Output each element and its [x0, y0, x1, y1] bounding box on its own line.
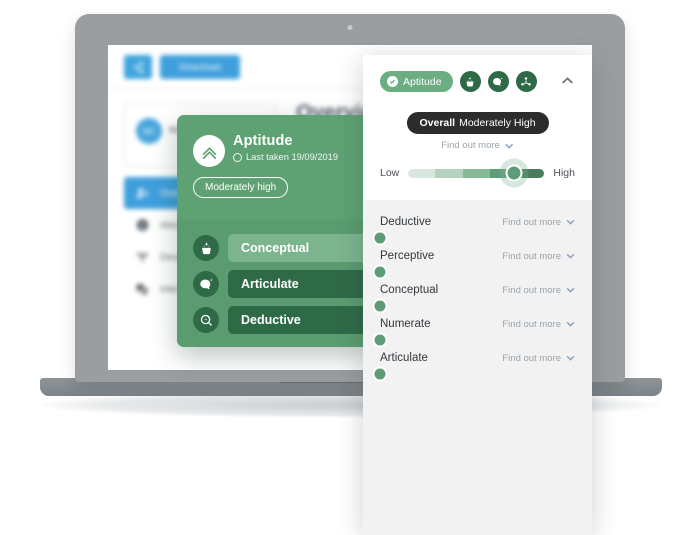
metric-find-out-more[interactable]: Find out more [502, 319, 575, 330]
find-out-more-label: Find out more [502, 250, 561, 262]
find-out-more-label: Find out more [502, 284, 561, 296]
metric-find-out-more[interactable]: Find out more [502, 217, 575, 228]
collapse-panel-button[interactable] [558, 71, 576, 89]
chevron-down-icon [566, 253, 575, 259]
status-badge: Moderately high [193, 177, 289, 198]
chevron-down-icon [566, 287, 575, 293]
aptitude-summary-card: Aptitude Last taken 19/09/2019 Moderatel… [177, 115, 375, 347]
download-button[interactable]: Download [160, 55, 240, 79]
metric-label: Perceptive [380, 250, 435, 262]
user-add-icon [134, 186, 151, 201]
list-item[interactable]: Articulate [193, 270, 375, 298]
chevron-up-icon [561, 76, 573, 84]
metric-articulate: Articulate Find out more [372, 352, 575, 382]
slider-handle[interactable] [372, 298, 388, 314]
share-icon[interactable] [124, 55, 152, 79]
overall-value: Moderately High [459, 117, 536, 129]
magnifier-icon [193, 307, 219, 333]
slider-track[interactable] [408, 164, 545, 182]
tab-aptitude[interactable]: Aptitude [380, 71, 453, 92]
lightbulb-plant-icon [193, 235, 219, 261]
screenshot-stage: Download MJ Matt Jones Overview Overview [0, 0, 700, 535]
tab-lightbulb-plant-icon[interactable] [459, 71, 481, 92]
find-out-more-label: Find out more [502, 216, 561, 228]
aptitude-card-meta-text: Last taken 19/09/2019 [246, 152, 339, 162]
chevron-badge-icon [193, 135, 225, 167]
metric-numerate: Numerate Find out more [372, 318, 575, 348]
chevron-down-icon [566, 355, 575, 361]
tab-people-icon[interactable] [515, 71, 537, 92]
metric-list: Deductive Find out more Perceptive Find … [363, 200, 592, 535]
list-item-label: Deductive [228, 306, 375, 334]
chevron-down-icon [505, 143, 514, 149]
find-out-more-label: Find out more [502, 352, 561, 364]
list-item[interactable]: Deductive [193, 306, 375, 334]
find-out-more-label: Find out more [502, 318, 561, 330]
metric-label: Deductive [380, 216, 432, 228]
metric-conceptual: Conceptual Find out more [372, 284, 575, 314]
overall-find-out-more[interactable]: Find out more [441, 140, 514, 151]
info-icon [134, 218, 151, 233]
metric-find-out-more[interactable]: Find out more [502, 353, 575, 364]
list-item[interactable]: Conceptual [193, 234, 375, 262]
aptitude-subskill-list: Conceptual Articulate Deductive [177, 220, 375, 347]
find-out-more-label: Find out more [441, 140, 500, 151]
aptitude-card-title: Aptitude [233, 133, 293, 149]
overall-prefix: Overall [419, 117, 456, 129]
aptitude-detail-panel: Aptitude Overall Moderately High Find ou… [363, 55, 592, 535]
list-item-label: Conceptual [228, 234, 375, 262]
overall-slider[interactable]: Low High [380, 164, 575, 182]
sprout-icon [134, 250, 151, 265]
slider-handle[interactable] [372, 264, 388, 280]
overall-status-badge: Overall Moderately High [406, 112, 549, 134]
webcam-icon [347, 25, 353, 30]
aptitude-card-header: Aptitude Last taken 19/09/2019 Moderatel… [177, 115, 375, 220]
aptitude-card-meta: Last taken 19/09/2019 [233, 152, 338, 162]
check-icon [387, 76, 398, 87]
chevron-down-icon [566, 219, 575, 225]
list-item-label: Articulate [228, 270, 375, 298]
metric-perceptive: Perceptive Find out more [372, 250, 575, 280]
clock-icon [233, 152, 242, 162]
chevron-down-icon [566, 321, 575, 327]
slider-handle[interactable] [372, 230, 388, 246]
slider-segments [408, 168, 545, 178]
chat-icon [134, 282, 151, 297]
metric-label: Articulate [380, 352, 428, 364]
metric-label: Numerate [380, 318, 431, 330]
metric-find-out-more[interactable]: Find out more [502, 285, 575, 296]
metric-find-out-more[interactable]: Find out more [502, 251, 575, 262]
slider-handle[interactable] [505, 164, 523, 182]
panel-tabs: Aptitude [380, 71, 537, 92]
slider-handle[interactable] [372, 332, 388, 348]
slider-high-label: High [553, 167, 575, 179]
tab-label: Aptitude [403, 75, 442, 88]
avatar: MJ [136, 118, 162, 144]
metric-deductive: Deductive Find out more [372, 216, 575, 246]
slider-low-label: Low [380, 167, 400, 179]
panel-header: Aptitude Overall Moderately High Find ou… [363, 55, 592, 200]
metric-label: Conceptual [380, 284, 439, 296]
tab-speech-bubble-icon[interactable] [487, 71, 509, 92]
slider-handle[interactable] [372, 366, 388, 382]
speech-bubble-icon [193, 271, 219, 297]
